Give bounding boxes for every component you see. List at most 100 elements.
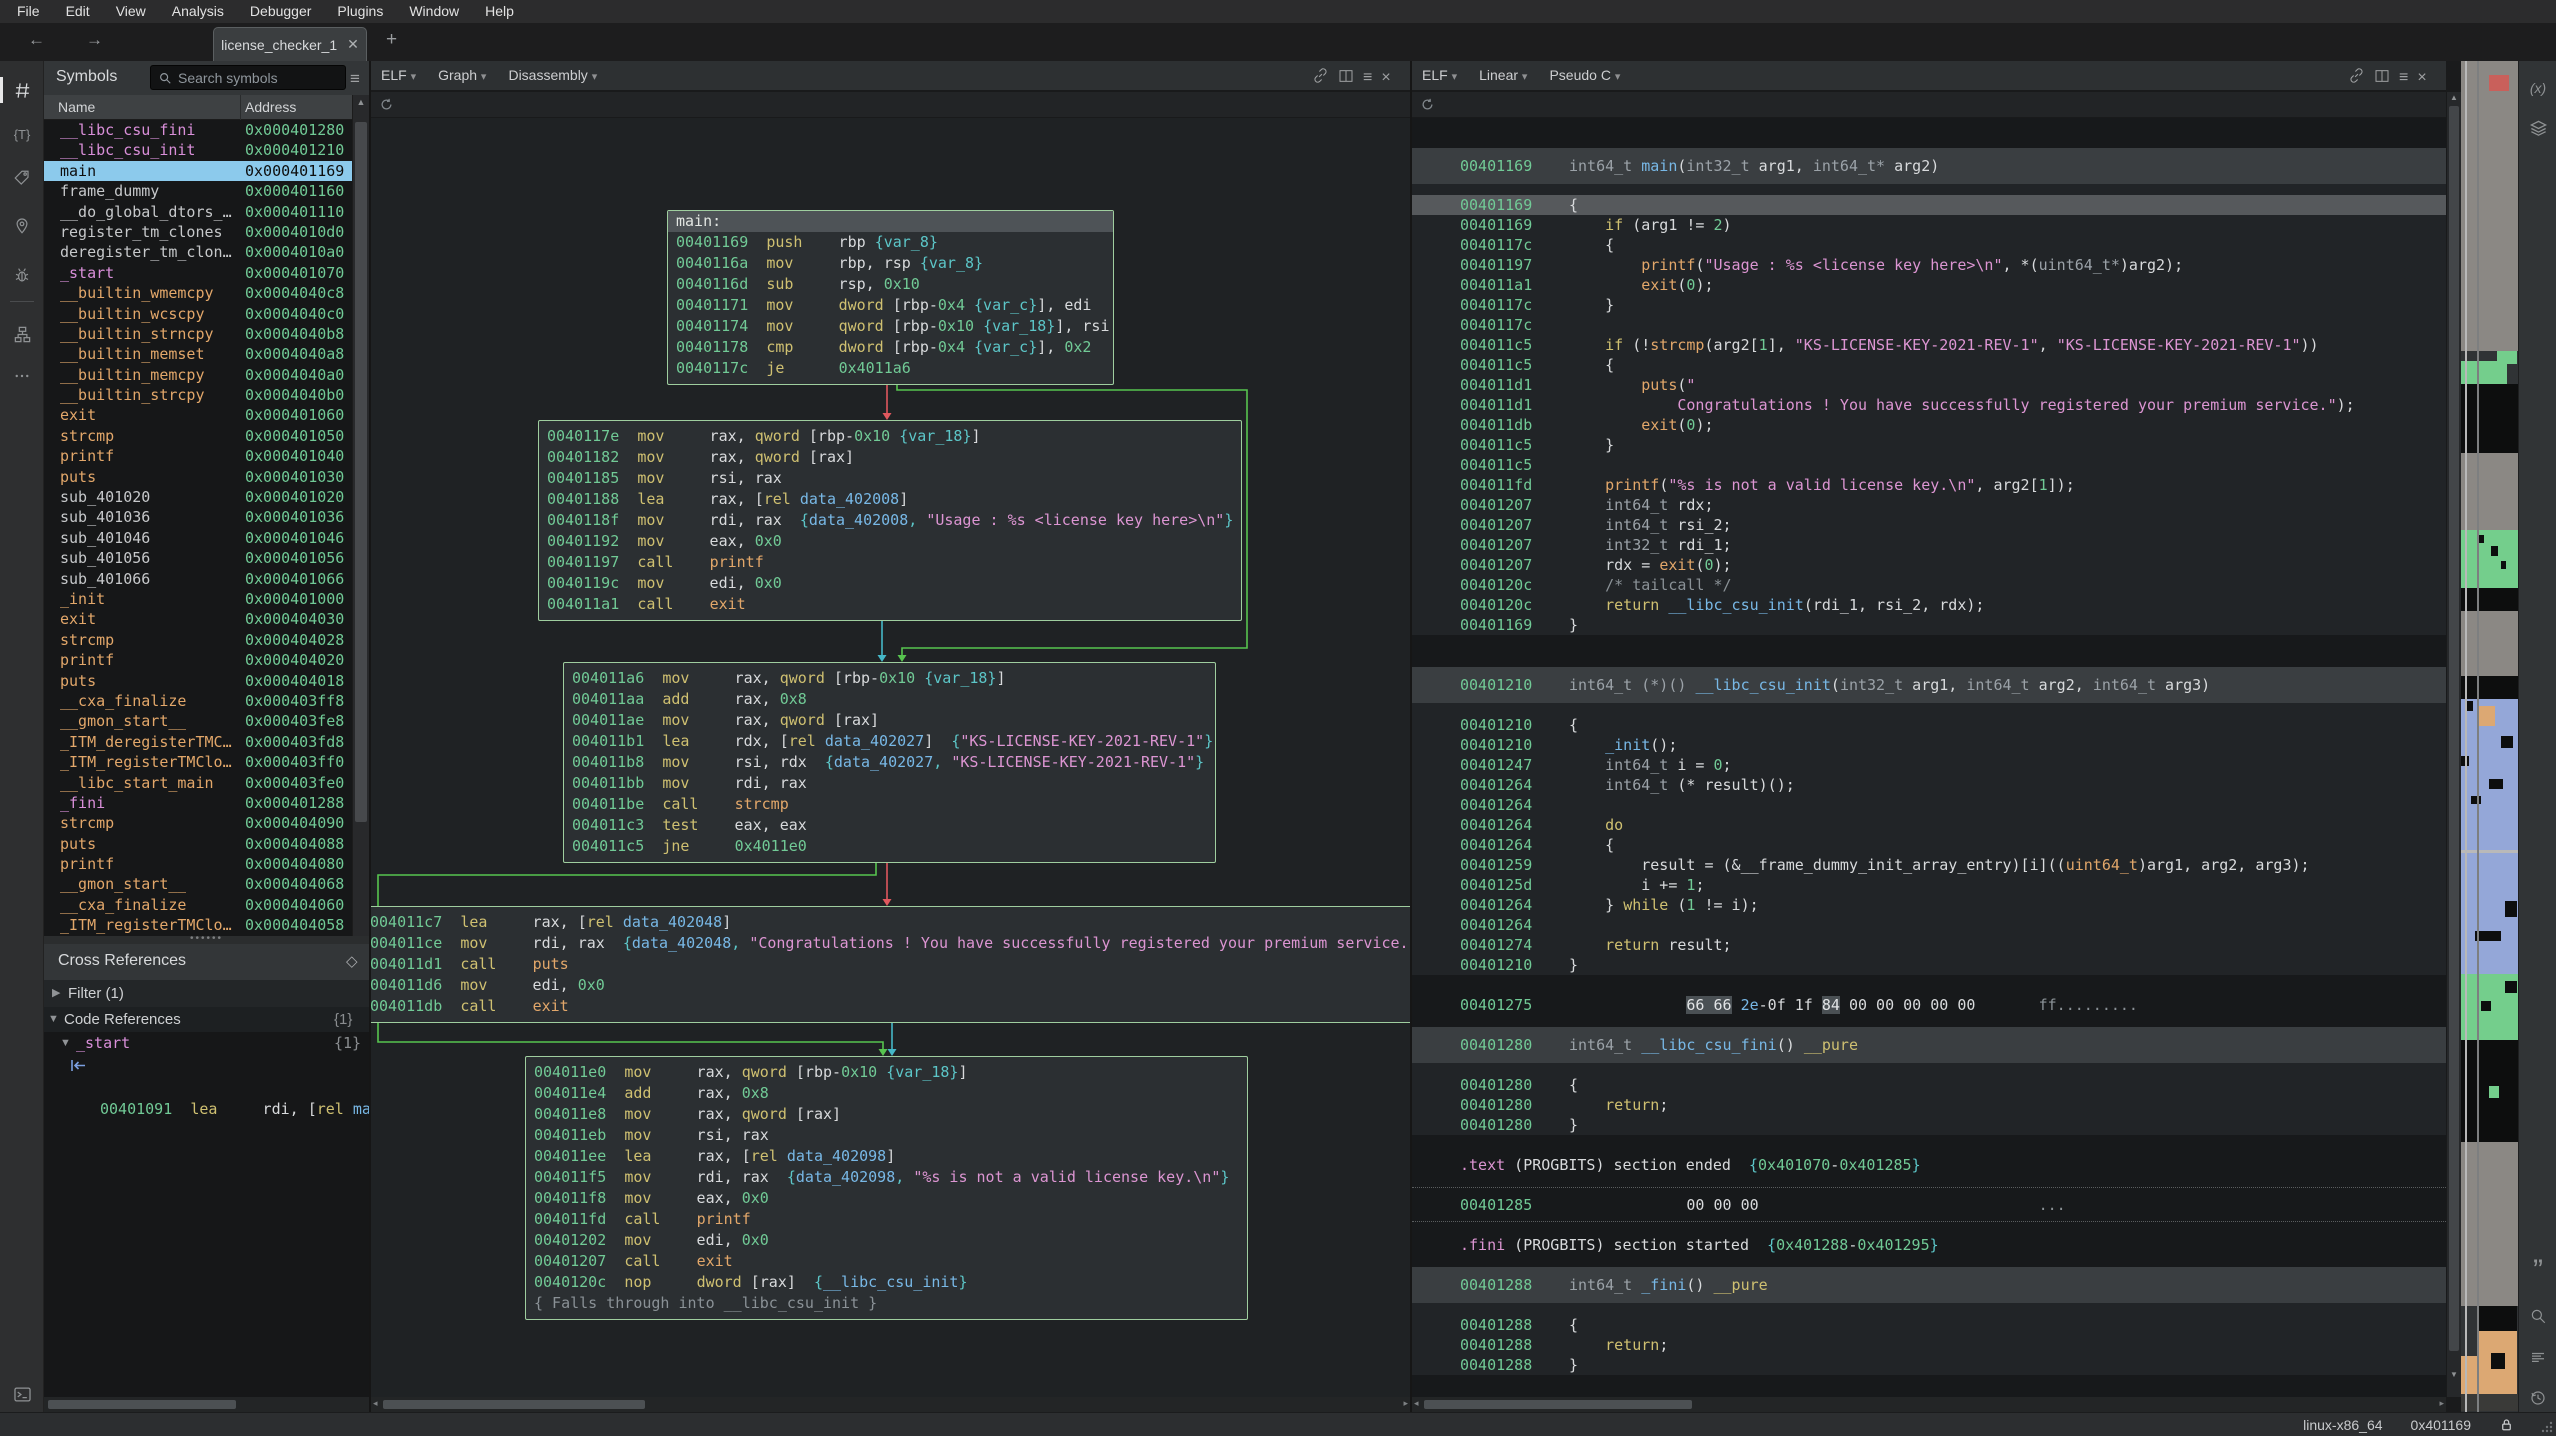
symbol-row[interactable]: exit0x000404030 <box>44 609 352 629</box>
code-line[interactable]: 00401280} <box>1412 1115 2446 1135</box>
pin-icon[interactable]: ◇ <box>346 952 358 970</box>
code-line[interactable]: 00401210} <box>1412 955 2446 975</box>
code-line[interactable]: 004011c5 <box>1412 455 2446 475</box>
symbol-row[interactable]: __gmon_start__0x000404068 <box>44 874 352 894</box>
symbol-row[interactable]: main0x000401169 <box>44 161 352 181</box>
code-line[interactable]: 00401207 int64_t rsi_2; <box>1412 515 2446 535</box>
symbol-row[interactable]: sub_4010560x000401056 <box>44 548 352 568</box>
code-line[interactable]: 0040117c <box>1412 315 2446 335</box>
function-header-row[interactable]: 00401210int64_t (*)() __libc_csu_init(in… <box>1412 667 2446 703</box>
symbol-row[interactable]: deregister_tm_clones0x0004010a0 <box>44 242 352 262</box>
menu-help[interactable]: Help <box>472 0 527 23</box>
code-line[interactable]: 00401264 <box>1412 915 2446 935</box>
symbol-row[interactable]: register_tm_clones0x0004010d0 <box>44 222 352 242</box>
symbol-row[interactable]: _init0x000401000 <box>44 589 352 609</box>
split-icon[interactable] <box>1338 68 1354 89</box>
bug-icon[interactable] <box>0 260 44 290</box>
menu-window[interactable]: Window <box>396 0 472 23</box>
hierarchy-icon[interactable] <box>0 319 44 349</box>
scroll-up-icon[interactable]: ▲ <box>2447 93 2461 102</box>
symbol-row[interactable]: __libc_start_main0x000403fe0 <box>44 773 352 793</box>
code-line[interactable]: 004011d1 puts(" <box>1412 375 2446 395</box>
menu-analysis[interactable]: Analysis <box>159 0 237 23</box>
symbol-row[interactable]: __builtin_memset0x0004040a8 <box>44 344 352 364</box>
menu-plugins[interactable]: Plugins <box>324 0 396 23</box>
code-line[interactable]: 00401169{ <box>1412 195 2446 215</box>
symbol-row[interactable]: __cxa_finalize0x000404060 <box>44 895 352 915</box>
new-tab-button[interactable]: + <box>386 29 397 51</box>
code-line[interactable]: 00401197 printf("Usage : %s <license key… <box>1412 255 2446 275</box>
scroll-left-icon[interactable]: ◂ <box>1414 1398 1419 1409</box>
linear-hscrollbar[interactable]: ◂▸ <box>1412 1397 2446 1412</box>
symbol-row[interactable]: _fini0x000401288 <box>44 793 352 813</box>
code-line[interactable]: 00401288{ <box>1412 1315 2446 1335</box>
symbol-row[interactable]: __gmon_start__0x000403fe8 <box>44 711 352 731</box>
tab-license-checker[interactable]: license_checker_1 ✕ <box>213 27 367 61</box>
code-line[interactable]: 004011fd printf("%s is not a valid licen… <box>1412 475 2446 495</box>
scroll-up-icon[interactable]: ▲ <box>353 97 369 107</box>
symbol-row[interactable]: __builtin_strncpy0x0004040b8 <box>44 324 352 344</box>
feature-map[interactable] <box>2461 61 2518 1412</box>
code-line[interactable]: 00401210 _init(); <box>1412 735 2446 755</box>
symbol-row[interactable]: __builtin_wcscpy0x0004040c0 <box>44 304 352 324</box>
xrefs-code-references-row[interactable]: ▼ Code References {1} <box>44 1007 369 1032</box>
symbol-row[interactable]: exit0x000401060 <box>44 405 352 425</box>
scroll-down-icon[interactable]: ▼ <box>2447 1370 2461 1379</box>
code-line[interactable]: 00401259 result = (&__frame_dummy_init_a… <box>1412 855 2446 875</box>
menu-file[interactable]: File <box>4 0 53 23</box>
scrollbar-thumb[interactable] <box>355 122 367 822</box>
symbol-row[interactable]: __do_global_dtors_aux0x000401110 <box>44 202 352 222</box>
symbol-row[interactable]: sub_4010360x000401036 <box>44 507 352 527</box>
link-icon[interactable] <box>1312 67 1329 89</box>
linear-dropdown-elf[interactable]: ELF ▾ <box>1422 67 1457 83</box>
code-line[interactable]: 00401274 return result; <box>1412 935 2446 955</box>
tab-close-icon[interactable]: ✕ <box>347 36 359 53</box>
symbol-row[interactable]: puts0x000401030 <box>44 467 352 487</box>
code-line[interactable]: 00401169 if (arg1 != 2) <box>1412 215 2446 235</box>
location-icon[interactable] <box>0 211 44 241</box>
report-icon[interactable] <box>2519 1343 2556 1373</box>
scroll-right-icon[interactable]: ▸ <box>1403 1398 1408 1409</box>
menu-icon[interactable]: ≡ <box>1363 69 1372 87</box>
expand-arrow-icon[interactable]: ▼ <box>60 1032 71 1054</box>
symbols-menu-icon[interactable]: ≡ <box>350 69 360 89</box>
basic-block-0[interactable]: main:00401169 push rbp {var_8}0040116a m… <box>667 210 1114 385</box>
history-icon[interactable] <box>2519 1383 2556 1413</box>
basic-block-4[interactable]: 004011e0 mov rax, qword [rbp-0x10 {var_1… <box>525 1056 1248 1320</box>
code-line[interactable]: 00401207 rdx = exit(0); <box>1412 555 2446 575</box>
hex-row[interactable]: 00401285 00 00 00 ... <box>1412 1195 2446 1215</box>
symbol-row[interactable]: sub_4010660x000401066 <box>44 569 352 589</box>
symbol-row[interactable]: __libc_csu_init0x000401210 <box>44 140 352 160</box>
code-line[interactable]: 00401207 int32_t rdi_1; <box>1412 535 2446 555</box>
code-line[interactable]: 004011d1 Congratulations ! You have succ… <box>1412 395 2446 415</box>
scrollbar-thumb[interactable] <box>2449 106 2459 1351</box>
code-line[interactable]: 00401247 int64_t i = 0; <box>1412 755 2446 775</box>
code-line[interactable]: 004011db exit(0); <box>1412 415 2446 435</box>
symbols-column-header[interactable]: Name Address <box>44 95 369 120</box>
menu-debugger[interactable]: Debugger <box>237 0 325 23</box>
linear-scrollbar[interactable]: ▲ ▼ <box>2446 92 2461 1397</box>
basic-block-3[interactable]: 004011c7 lea rax, [rel data_402048]00401… <box>371 906 1410 1023</box>
code-line[interactable]: 00401264 { <box>1412 835 2446 855</box>
symbol-row[interactable]: puts0x000404088 <box>44 834 352 854</box>
code-line[interactable]: 00401288} <box>1412 1355 2446 1375</box>
scroll-left-icon[interactable]: ◂ <box>373 1398 378 1409</box>
symbols-icon[interactable] <box>0 75 44 105</box>
code-line[interactable]: 0040117c } <box>1412 295 2446 315</box>
linear-view[interactable]: 00401169int64_t main(int32_t arg1, int64… <box>1412 118 2446 1397</box>
symbol-row[interactable]: puts0x000404018 <box>44 671 352 691</box>
menu-view[interactable]: View <box>103 0 159 23</box>
close-icon[interactable]: × <box>2417 69 2426 87</box>
forward-arrow-icon[interactable]: → <box>86 30 103 50</box>
linear-dropdown-linear[interactable]: Linear ▾ <box>1479 67 1527 83</box>
graph-dropdown-elf[interactable]: ELF ▾ <box>381 67 416 83</box>
function-header-row[interactable]: 00401280int64_t __libc_csu_fini() __pure <box>1412 1027 2446 1063</box>
symbol-row[interactable]: printf0x000404080 <box>44 854 352 874</box>
tags-icon[interactable] <box>0 163 44 193</box>
scroll-right-icon[interactable]: ▸ <box>2439 1398 2444 1409</box>
linear-dropdown-pseudo-c[interactable]: Pseudo C ▾ <box>1549 67 1620 83</box>
types-icon[interactable]: {T} <box>0 119 44 149</box>
graph-hscrollbar[interactable]: ◂▸ <box>371 1397 1410 1412</box>
scrollbar-thumb[interactable] <box>48 1400 236 1409</box>
code-line[interactable]: 00401207 int64_t rdx; <box>1412 495 2446 515</box>
